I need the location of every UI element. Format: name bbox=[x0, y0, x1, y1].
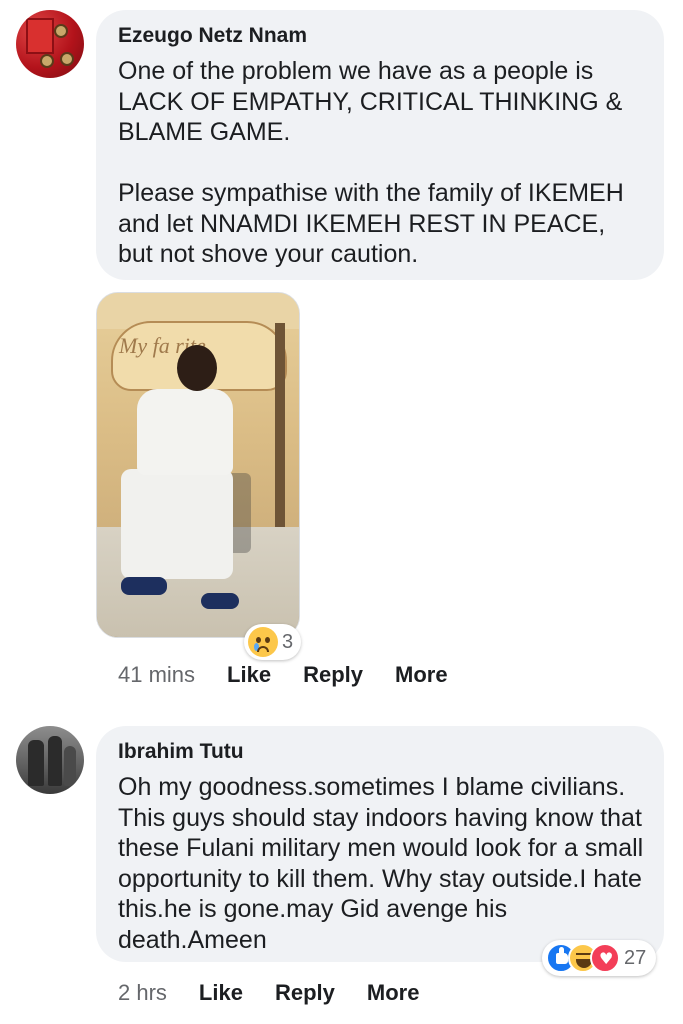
comment-timestamp[interactable]: 41 mins bbox=[118, 662, 195, 688]
avatar-image bbox=[26, 18, 54, 54]
reply-button[interactable]: Reply bbox=[303, 662, 363, 688]
love-icon: ♥ bbox=[590, 943, 620, 973]
like-button[interactable]: Like bbox=[227, 662, 271, 688]
sad-mouth bbox=[257, 646, 269, 652]
avatar[interactable] bbox=[16, 10, 84, 78]
avatar-image bbox=[28, 740, 44, 786]
like-button[interactable]: Like bbox=[199, 980, 243, 1006]
more-button[interactable]: More bbox=[367, 980, 420, 1006]
reaction-summary[interactable]: ♥ 27 bbox=[542, 940, 657, 976]
comment-text: Oh my goodness.sometimes I blame civilia… bbox=[118, 773, 651, 954]
heart-glyph: ♥ bbox=[599, 949, 614, 968]
photo-person-legs bbox=[121, 469, 233, 579]
comment-text: One of the problem we have as a people i… bbox=[118, 57, 624, 268]
comment-actions: 2 hrs Like Reply More bbox=[118, 980, 451, 1006]
more-button[interactable]: More bbox=[395, 662, 448, 688]
photo-person-shoe bbox=[121, 577, 167, 595]
avatar-image-detail bbox=[54, 24, 68, 38]
comment-photo[interactable]: My fa rite bbox=[96, 292, 300, 638]
reaction-summary[interactable]: 3 bbox=[244, 624, 302, 660]
photo-person-shirt bbox=[137, 389, 233, 475]
reaction-count: 3 bbox=[282, 630, 294, 653]
avatar-image-detail bbox=[64, 746, 76, 786]
comment-author[interactable]: Ezeugo Netz Nnam bbox=[118, 24, 307, 48]
comment-bubble: Ibrahim Tutu Oh my goodness.sometimes I … bbox=[96, 726, 664, 962]
comment-actions: 41 mins Like Reply More bbox=[118, 662, 480, 688]
comment-timestamp[interactable]: 2 hrs bbox=[118, 980, 167, 1006]
avatar-image-detail bbox=[60, 52, 74, 66]
reaction-count: 27 bbox=[624, 946, 647, 969]
comment-bubble: Ezeugo Netz Nnam One of the problem we h… bbox=[96, 10, 664, 280]
reply-button[interactable]: Reply bbox=[275, 980, 335, 1006]
avatar-image-detail bbox=[48, 736, 62, 786]
avatar[interactable] bbox=[16, 726, 84, 794]
photo-person-shoe bbox=[201, 593, 239, 609]
comment-author[interactable]: Ibrahim Tutu bbox=[118, 740, 244, 764]
thumb-shape bbox=[556, 947, 568, 964]
photo-person-head bbox=[177, 345, 217, 391]
avatar-image-detail bbox=[40, 54, 54, 68]
sad-emoji-icon bbox=[248, 627, 278, 657]
